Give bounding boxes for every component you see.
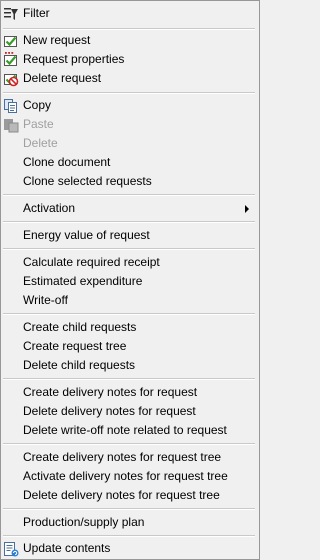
menu-item-label: Create request tree <box>23 339 127 353</box>
menu-item-copy[interactable]: Copy <box>1 96 257 115</box>
menu-item-calculate-required-receipt[interactable]: Calculate required receipt <box>1 253 257 272</box>
menu-item-label: Delete child requests <box>23 358 136 372</box>
menu-item-label: Clone document <box>23 155 111 169</box>
menu-item-label: Delete delivery notes for request <box>23 404 196 418</box>
menu-item-label: Delete request <box>23 71 102 85</box>
menu-item-update-contents[interactable]: Update contents <box>1 539 257 558</box>
menu-item-activation[interactable]: Activation <box>1 199 257 218</box>
menu-item-delete-request[interactable]: Delete request <box>1 69 257 88</box>
menu-item-label: Create delivery notes for request <box>23 385 198 399</box>
context-menu: Filter New request Request properties De… <box>0 0 260 560</box>
menu-item-create-request-tree[interactable]: Create request tree <box>1 337 257 356</box>
menu-item-delete-delivery-notes-request[interactable]: Delete delivery notes for request <box>1 402 257 421</box>
menu-item-label: Write-off <box>23 293 68 307</box>
menu-item-label: Delete write-off note related to request <box>23 423 227 437</box>
menu-separator <box>3 28 255 30</box>
menu-separator <box>3 535 255 537</box>
menu-item-label: Delete delivery notes for request tree <box>23 488 220 502</box>
menu-item-filter[interactable]: Filter <box>1 4 257 23</box>
menu-item-delete-child-requests[interactable]: Delete child requests <box>1 356 257 375</box>
menu-item-clone-document[interactable]: Clone document <box>1 153 257 172</box>
menu-item-label: Production/supply plan <box>23 515 145 529</box>
paste-icon <box>4 119 19 133</box>
menu-item-label: Copy <box>23 98 52 112</box>
menu-item-label: Request properties <box>23 52 125 66</box>
request-properties-icon <box>4 52 17 66</box>
menu-item-paste[interactable]: Paste <box>1 115 257 134</box>
menu-separator <box>3 508 255 510</box>
menu-item-label: Paste <box>23 117 54 131</box>
menu-item-label: Activation <box>23 201 76 215</box>
menu-separator <box>3 221 255 223</box>
menu-item-estimated-expenditure[interactable]: Estimated expenditure <box>1 272 257 291</box>
menu-item-delete[interactable]: Delete <box>1 134 257 153</box>
menu-item-label: Filter <box>23 6 50 20</box>
menu-item-label: Activate delivery notes for request tree <box>23 469 228 483</box>
menu-separator <box>3 378 255 380</box>
menu-item-clone-selected-requests[interactable]: Clone selected requests <box>1 172 257 191</box>
menu-item-label: New request <box>23 33 91 47</box>
new-request-icon <box>4 36 17 47</box>
menu-separator <box>3 194 255 196</box>
menu-item-label: Update contents <box>23 541 111 555</box>
delete-request-icon <box>4 74 19 87</box>
menu-item-request-properties[interactable]: Request properties <box>1 50 257 69</box>
menu-item-activate-delivery-notes-tree[interactable]: Activate delivery notes for request tree <box>1 467 257 486</box>
menu-item-label: Calculate required receipt <box>23 255 160 269</box>
menu-separator <box>3 443 255 445</box>
menu-item-label: Create child requests <box>23 320 137 334</box>
menu-item-delete-delivery-notes-tree[interactable]: Delete delivery notes for request tree <box>1 486 257 505</box>
menu-item-create-delivery-notes-tree[interactable]: Create delivery notes for request tree <box>1 448 257 467</box>
menu-item-create-delivery-notes-request[interactable]: Create delivery notes for request <box>1 383 257 402</box>
menu-item-new-request[interactable]: New request <box>1 31 257 50</box>
menu-item-delete-write-off-note[interactable]: Delete write-off note related to request <box>1 421 257 440</box>
filter-icon <box>4 8 18 20</box>
menu-item-write-off[interactable]: Write-off <box>1 291 257 310</box>
menu-item-label: Energy value of request <box>23 228 150 242</box>
submenu-arrow-icon <box>245 205 249 213</box>
menu-separator <box>3 248 255 250</box>
menu-item-label: Clone selected requests <box>23 174 152 188</box>
menu-item-create-child-requests[interactable]: Create child requests <box>1 318 257 337</box>
menu-item-label: Delete <box>23 136 58 150</box>
menu-item-label: Create delivery notes for request tree <box>23 450 222 464</box>
menu-item-energy-value[interactable]: Energy value of request <box>1 226 257 245</box>
menu-separator <box>3 92 255 94</box>
update-contents-icon <box>4 542 19 557</box>
menu-separator <box>3 313 255 315</box>
menu-item-production-supply-plan[interactable]: Production/supply plan <box>1 513 257 532</box>
copy-icon <box>4 99 17 113</box>
menu-item-label: Estimated expenditure <box>23 274 143 288</box>
